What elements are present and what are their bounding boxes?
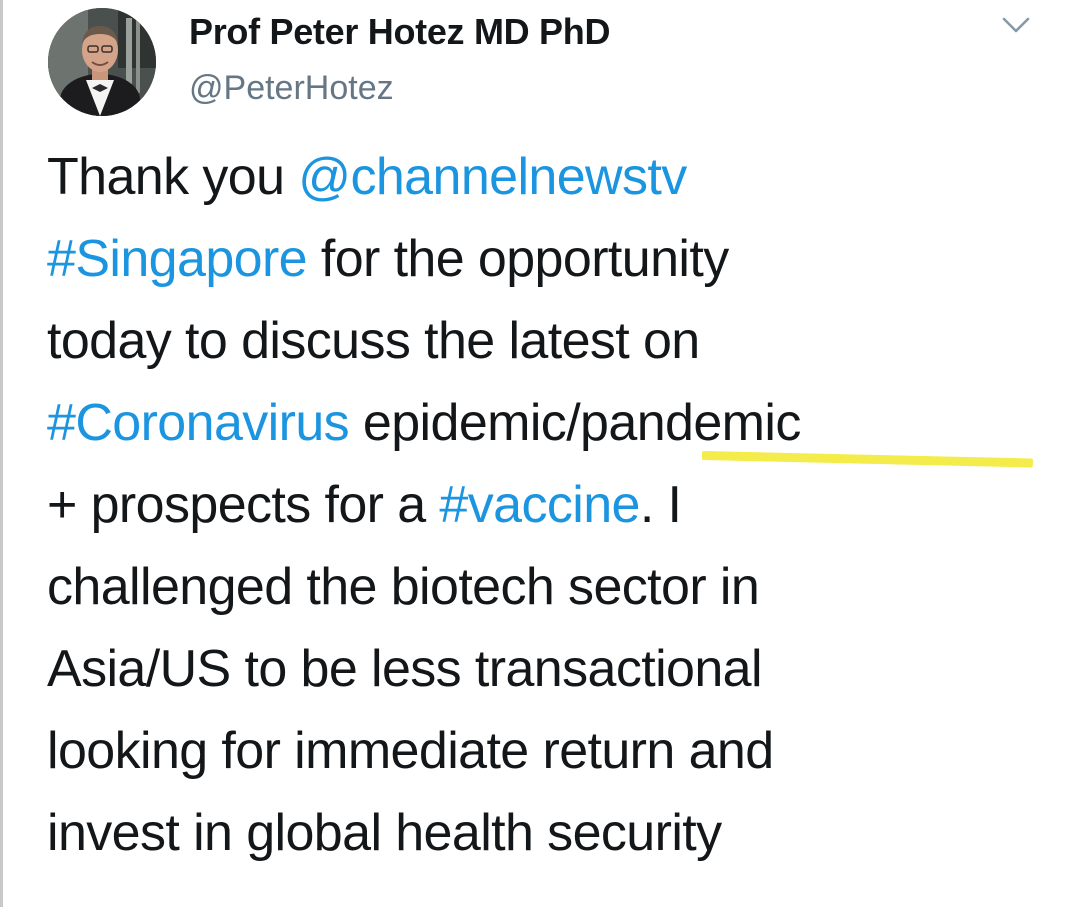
tweet-body: Thank you @channelnewstv #Singapore for t… [47,136,1067,874]
tweet-text-segment: challenged the biotech sector in [47,558,760,616]
profile-photo-icon [48,8,156,116]
tweet-text-segment: for the opportunity [307,230,729,288]
chevron-down-icon[interactable] [998,12,1034,36]
tweet-text-segment: + prospects for a [47,476,440,534]
tweet-line: challenged the biotech sector in [47,546,1067,628]
tweet-line: #Singapore for the opportunity [47,218,1067,300]
tweet-line: Asia/US to be less transactional [47,628,1067,710]
tweet-line: Thank you @channelnewstv [47,136,1067,218]
tweet-text-segment: . I [639,476,682,534]
tweet-header: Prof Peter Hotez MD PhD @PeterHotez [48,8,1048,118]
tweet-line: invest in global health security [47,792,1067,874]
tweet-line: today to discuss the latest on [47,300,1067,382]
tweet-text-segment: Thank you [47,148,299,206]
tweet-line: looking for immediate return and [47,710,1067,792]
tweet-text-segment: looking for immediate return and [47,722,774,780]
display-name[interactable]: Prof Peter Hotez MD PhD [189,10,610,54]
tweet-line: + prospects for a #vaccine. I [47,464,1067,546]
tweet-text-segment: Asia/US to be less transactional [47,640,763,698]
hashtag-link[interactable]: #Singapore [47,230,308,288]
hashtag-link[interactable]: #Coronavirus [47,394,350,452]
tweet-line: #Coronavirus epidemic/pandemic [47,382,1067,464]
hashtag-link[interactable]: #vaccine [439,476,640,534]
tweet-text-segment: epidemic/pandemic [349,394,801,452]
avatar[interactable] [48,8,156,116]
tweet-text-segment: invest in global health security [47,804,722,862]
mention-link[interactable]: @channelnewstv [298,148,687,206]
handle[interactable]: @PeterHotez [189,66,610,110]
tweet-text-segment: today to discuss the latest on [47,312,700,370]
left-border [0,0,3,907]
author-names: Prof Peter Hotez MD PhD @PeterHotez [189,10,610,110]
